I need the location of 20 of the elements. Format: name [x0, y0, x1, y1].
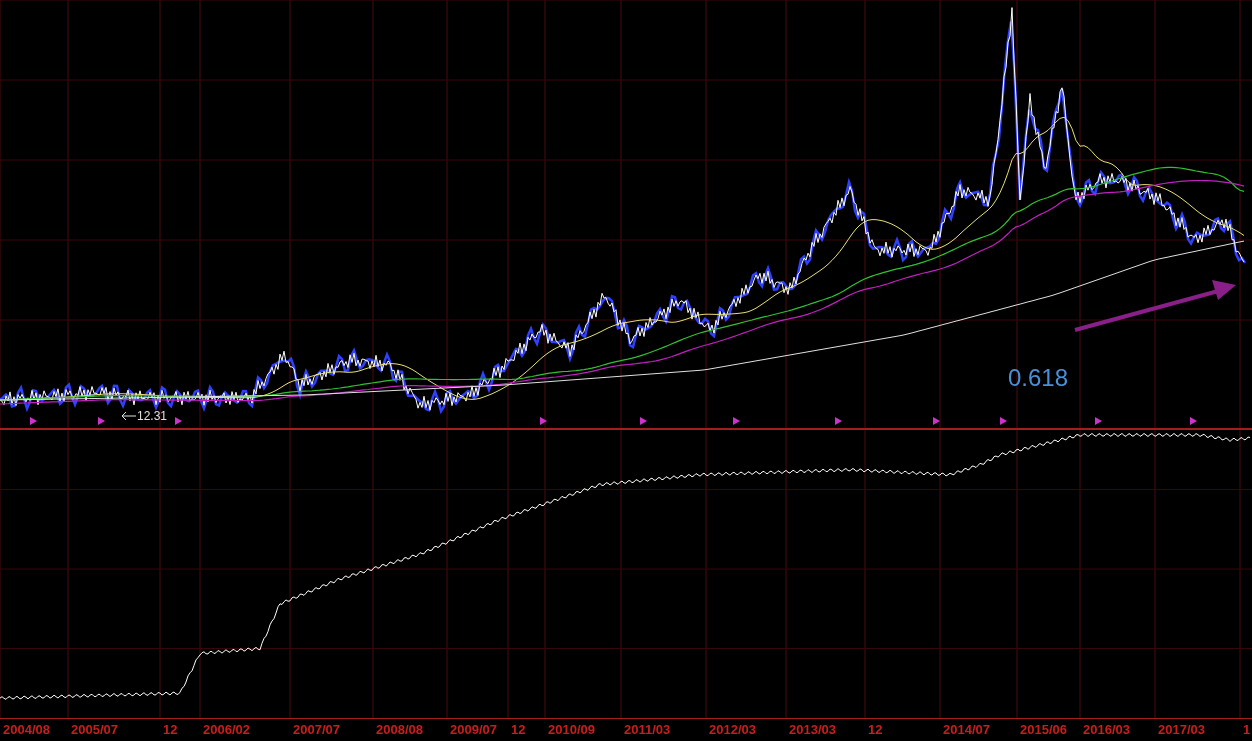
time-axis-label: 2010/09: [548, 722, 595, 737]
time-axis-label: 12: [163, 722, 178, 737]
time-axis-label: 2016/03: [1083, 722, 1130, 737]
time-axis-label: 1: [1243, 722, 1251, 737]
time-axis-label: 2014/07: [943, 722, 990, 737]
time-axis-label: 2009/07: [450, 722, 497, 737]
time-axis-label: 2006/02: [203, 722, 250, 737]
time-axis-label: 2012/03: [709, 722, 756, 737]
time-axis-label: 2008/08: [376, 722, 423, 737]
low-price-label: 12.31: [137, 409, 168, 423]
time-axis-label: 2004/08: [3, 722, 50, 737]
time-axis-label: 2007/07: [293, 722, 340, 737]
time-axis-label: 2013/03: [789, 722, 836, 737]
time-axis-label: 12: [511, 722, 526, 737]
time-axis-label: 2015/06: [1020, 722, 1067, 737]
time-axis-label: 2005/07: [71, 722, 118, 737]
time-axis-label: 2017/03: [1158, 722, 1205, 737]
ratio-label: 0.618: [1008, 364, 1069, 392]
time-axis-label: 2011/03: [624, 722, 671, 737]
time-axis-label: 12: [868, 722, 883, 737]
